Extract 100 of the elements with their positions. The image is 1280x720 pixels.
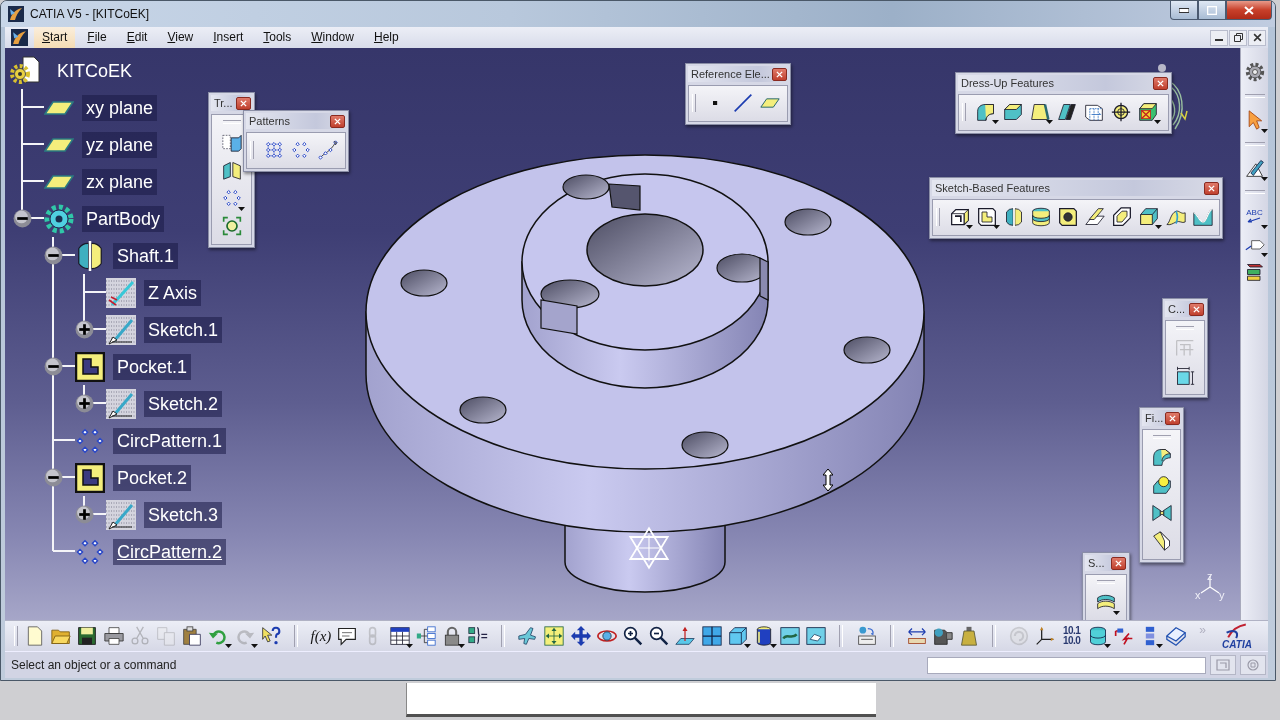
close-button[interactable] xyxy=(1248,29,1266,46)
framed-shape-icon xyxy=(806,626,827,646)
close-icon xyxy=(240,99,247,107)
caret-icon xyxy=(1154,120,1161,124)
printer-icon xyxy=(103,626,124,646)
circle-corners-icon xyxy=(221,216,242,236)
app-icon xyxy=(11,29,28,46)
zoom-in-icon xyxy=(623,626,644,646)
stacked-cylinder-icon xyxy=(1087,626,1108,646)
close-button[interactable] xyxy=(1165,411,1180,425)
minimize-button[interactable] xyxy=(1210,29,1228,46)
caret-icon xyxy=(1260,225,1268,229)
axis-label: x xyxy=(1195,589,1201,601)
cube-icon xyxy=(1138,207,1159,227)
sketch-icon xyxy=(106,499,136,530)
l-shape-icon xyxy=(75,462,105,493)
close-button[interactable] xyxy=(1111,556,1126,570)
menu-item[interactable]: File xyxy=(79,27,115,48)
block-ball-icon xyxy=(1151,475,1172,495)
text-tool[interactable]: ABC xyxy=(1241,202,1268,230)
rounded-block-icon xyxy=(975,102,996,122)
caret-icon xyxy=(1156,644,1164,648)
tree-item[interactable]: Sketch.1 xyxy=(144,316,223,343)
caret-icon xyxy=(1260,177,1268,181)
plus-toggle-icon[interactable] xyxy=(74,505,94,524)
close-button[interactable] xyxy=(1204,181,1219,195)
plus-toggle-icon[interactable] xyxy=(74,394,94,413)
tree-item[interactable]: Z Axis xyxy=(144,279,201,306)
four-way-arrow-icon xyxy=(570,626,591,646)
units-tool[interactable]: 10.1 10.0 xyxy=(1058,623,1085,649)
menu-item[interactable]: Edit xyxy=(118,27,156,48)
blocks-icon xyxy=(221,132,242,152)
sketch-icon xyxy=(106,314,136,345)
menu-item[interactable]: Insert xyxy=(205,27,252,48)
close-button[interactable] xyxy=(1153,76,1168,90)
caret-icon xyxy=(770,644,778,648)
minus-toggle-icon[interactable] xyxy=(43,246,63,265)
airplane-icon xyxy=(518,626,539,646)
weight-icon xyxy=(959,626,980,646)
dot-curve-icon xyxy=(317,140,338,160)
tree-diagram-icon xyxy=(415,626,436,646)
tree-item[interactable]: Sketch.2 xyxy=(144,390,223,417)
tree-item[interactable]: yz plane xyxy=(82,131,158,158)
caret-icon xyxy=(993,225,1000,229)
tree-item[interactable]: CircPattern.1 xyxy=(113,427,227,454)
table-icon xyxy=(389,626,410,646)
cube-outline-icon xyxy=(727,626,748,646)
pointer-help-icon xyxy=(260,626,281,646)
point-icon xyxy=(713,100,718,106)
close-icon xyxy=(334,117,341,125)
wave-solid-icon xyxy=(1192,207,1213,227)
minus-toggle-icon[interactable] xyxy=(43,357,63,376)
menu-item[interactable]: Tools xyxy=(255,27,300,48)
minus-toggle-icon[interactable] xyxy=(12,209,32,228)
menu-item[interactable]: View xyxy=(159,27,202,48)
toolbar-title: Dress-Up Features xyxy=(961,77,1054,89)
tapered-block-icon xyxy=(1029,102,1050,122)
toolbar-title: S... xyxy=(1088,557,1105,569)
minus-toggle-icon[interactable] xyxy=(43,468,63,487)
formula-tool[interactable]: f(x) xyxy=(307,623,335,649)
tree-item[interactable]: zx plane xyxy=(82,168,158,195)
close-button[interactable] xyxy=(772,67,787,81)
minimize-button[interactable] xyxy=(1170,1,1198,20)
tree-item[interactable]: CircPattern.2 xyxy=(113,538,227,565)
command-field[interactable] xyxy=(927,656,1206,674)
axis-label: y xyxy=(1219,589,1225,601)
maximize-button[interactable] xyxy=(1198,1,1226,20)
tree-item[interactable]: Shaft.1 xyxy=(113,242,179,269)
minimize-icon xyxy=(1215,39,1223,41)
3d-viewport[interactable] xyxy=(5,48,1240,620)
tree-item[interactable]: Sketch.3 xyxy=(144,501,223,528)
caret-icon xyxy=(966,225,973,229)
plus-toggle-icon[interactable] xyxy=(74,320,94,339)
toolbar-title: Sketch-Based Features xyxy=(935,182,1050,194)
close-button[interactable] xyxy=(1189,302,1204,316)
menu-item[interactable]: Help xyxy=(365,27,407,48)
close-icon xyxy=(1244,5,1254,15)
menu-item[interactable]: Window xyxy=(303,27,362,48)
close-icon xyxy=(1115,559,1122,567)
restore-button[interactable] xyxy=(1229,29,1247,46)
caret-icon xyxy=(1260,253,1268,257)
tree-item[interactable]: KITCoEK xyxy=(53,57,137,84)
restore-icon xyxy=(1233,33,1243,42)
speech-bubble-icon xyxy=(337,626,358,646)
caret-icon xyxy=(238,207,245,211)
tree-item[interactable]: PartBody xyxy=(82,205,165,232)
menu-item[interactable]: Start xyxy=(34,27,76,48)
tree-item[interactable]: Pocket.1 xyxy=(113,353,192,380)
close-icon xyxy=(1169,414,1176,422)
tree-item[interactable]: Pocket.2 xyxy=(113,464,192,491)
block-disc-icon xyxy=(932,626,953,646)
close-button[interactable] xyxy=(330,114,345,128)
close-button[interactable] xyxy=(236,96,251,110)
sketch-icon xyxy=(106,388,136,419)
tree-item[interactable]: xy plane xyxy=(82,94,158,121)
l-shape-icon xyxy=(75,351,105,382)
clipboard-icon xyxy=(182,626,203,646)
app-icon xyxy=(8,6,24,22)
constraint-grid-icon xyxy=(1175,338,1195,358)
close-button[interactable] xyxy=(1226,1,1272,20)
